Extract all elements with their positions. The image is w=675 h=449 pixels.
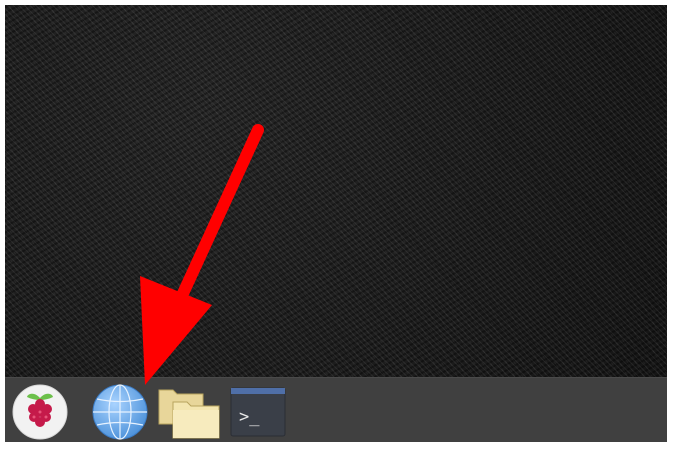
raspberry-icon	[12, 384, 68, 440]
screenshot-frame: >_	[0, 0, 675, 449]
terminal-icon: >_	[230, 387, 286, 437]
globe-icon	[92, 384, 148, 440]
web-browser-button[interactable]	[91, 382, 149, 440]
terminal-button[interactable]: >_	[229, 382, 287, 440]
desktop-background	[5, 5, 667, 377]
taskbar: >_	[5, 377, 667, 442]
raspberry-menu-button[interactable]	[11, 382, 69, 440]
folder-icon	[158, 389, 220, 439]
file-manager-button[interactable]	[157, 382, 220, 440]
terminal-prompt-text: >_	[239, 407, 260, 427]
